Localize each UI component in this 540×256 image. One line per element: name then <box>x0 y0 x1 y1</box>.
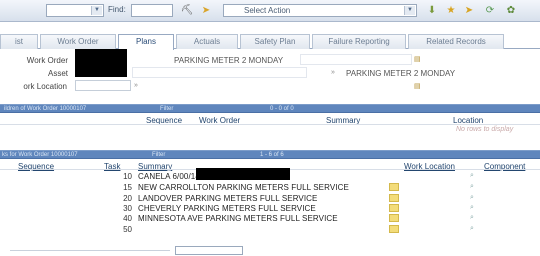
refresh-icon[interactable]: ⟳ <box>483 4 497 17</box>
work-order-description-field[interactable] <box>300 54 412 65</box>
work-location-label: ork Location <box>23 82 67 91</box>
bottom-input[interactable] <box>175 246 243 255</box>
tasks-section-bar: ks for Work Order 10000107 Filter 1 - 6 … <box>0 150 540 159</box>
work-location-field[interactable] <box>75 80 131 91</box>
tab-label: Plans <box>135 37 156 46</box>
work-location-icon[interactable] <box>389 204 399 212</box>
work-location-icon[interactable] <box>389 225 399 233</box>
tab-failure-reporting[interactable]: Failure Reporting <box>312 34 406 49</box>
tasks-section-title: ks for Work Order 10000107 <box>2 152 78 158</box>
task-number: 15 <box>123 183 132 192</box>
tab-list[interactable]: ist <box>0 34 38 49</box>
dropdown-arrow-icon: ▼ <box>404 6 415 15</box>
tab-label: Actuals <box>193 37 221 46</box>
tab-plans[interactable]: Plans <box>118 34 174 50</box>
task-summary[interactable]: MINNESOTA AVE PARKING METERS FULL SERVIC… <box>138 214 338 223</box>
tab-bar: ist Work Order Plans Actuals Safety Plan… <box>0 34 540 50</box>
long-description-icon[interactable]: ▤ <box>414 55 421 63</box>
lookup-icon[interactable]: ⌕ <box>470 225 474 233</box>
divider <box>0 124 540 125</box>
task-number: 40 <box>123 214 132 223</box>
lookup-icon[interactable]: ⌕ <box>470 172 474 180</box>
work-order-description: PARKING METER 2 MONDAY <box>174 56 284 65</box>
detail-menu-icon[interactable]: » <box>331 69 335 76</box>
lookup-icon[interactable]: ⌕ <box>470 183 474 191</box>
task-number: 10 <box>123 172 132 181</box>
tab-label: ist <box>15 37 23 46</box>
lookup-icon[interactable]: ⌕ <box>470 194 474 202</box>
select-action-label: Select Action <box>244 6 291 15</box>
divider <box>10 250 170 251</box>
filter-link[interactable]: Filter <box>152 151 165 159</box>
asset-label: Asset <box>47 69 68 78</box>
redacted-block <box>196 168 290 180</box>
lookup-icon[interactable]: ⌕ <box>470 204 474 212</box>
toolbar: ▼ Find: ⛏ ➤ Select Action ▼ ⬇ ★ ➤ ⟳ ✿ <box>0 0 540 22</box>
table-row[interactable]: 15 NEW CARROLLTON PARKING METERS FULL SE… <box>0 183 540 193</box>
redacted-block <box>75 49 127 77</box>
lookup-icon[interactable]: ⌕ <box>470 214 474 222</box>
table-row[interactable]: 40 MINNESOTA AVE PARKING METERS FULL SER… <box>0 214 540 224</box>
table-row[interactable]: 50 ⌕ <box>0 225 540 235</box>
select-action-dropdown[interactable]: Select Action ▼ <box>223 4 417 17</box>
task-summary[interactable]: NEW CARROLLTON PARKING METERS FULL SERVI… <box>138 183 349 192</box>
work-location-icon[interactable] <box>389 183 399 191</box>
task-number: 50 <box>123 225 132 234</box>
no-rows-message: No rows to display <box>456 126 514 133</box>
asset-description: PARKING METER 2 MONDAY <box>346 69 456 78</box>
task-summary[interactable]: LANDOVER PARKING METERS FULL SERVICE <box>138 194 318 203</box>
children-section-bar: ildren of Work Order 10000107 Filter 0 -… <box>0 104 540 113</box>
task-summary[interactable]: CHEVERLY PARKING METERS FULL SERVICE <box>138 204 316 213</box>
tab-actuals[interactable]: Actuals <box>176 34 238 49</box>
find-input[interactable] <box>131 4 173 17</box>
work-location-icon[interactable] <box>389 214 399 222</box>
tab-work-order[interactable]: Work Order <box>40 34 116 49</box>
table-row[interactable]: 20 LANDOVER PARKING METERS FULL SERVICE … <box>0 194 540 204</box>
tab-label: Related Records <box>426 37 486 46</box>
workflow-icon[interactable]: ✿ <box>504 4 518 17</box>
task-number: 30 <box>123 204 132 213</box>
row-count: 1 - 6 of 6 <box>260 152 284 158</box>
binoculars-icon[interactable]: ⛏ <box>180 4 194 17</box>
arrow-right-icon[interactable]: ➤ <box>199 4 213 17</box>
work-location-icon[interactable] <box>389 194 399 202</box>
tab-label: Work Order <box>57 37 99 46</box>
row-count: 0 - 0 of 0 <box>270 106 294 112</box>
children-section-title: ildren of Work Order 10000107 <box>4 106 87 112</box>
save-icon[interactable]: ⬇ <box>425 4 439 17</box>
long-description-icon[interactable]: ▤ <box>414 82 421 90</box>
tab-label: Failure Reporting <box>328 37 390 46</box>
dropdown-arrow-icon: ▼ <box>91 6 102 15</box>
tab-label: Safety Plan <box>254 37 296 46</box>
work-order-label: Work Order <box>26 56 68 65</box>
find-label: Find: <box>108 5 126 14</box>
star-icon[interactable]: ★ <box>444 4 458 17</box>
app-select[interactable]: ▼ <box>46 4 104 17</box>
asset-field[interactable] <box>132 67 307 78</box>
detail-menu-icon[interactable]: » <box>134 82 138 89</box>
table-row[interactable]: 30 CHEVERLY PARKING METERS FULL SERVICE … <box>0 204 540 214</box>
tab-related-records[interactable]: Related Records <box>408 34 504 49</box>
tab-safety-plan[interactable]: Safety Plan <box>240 34 310 49</box>
filter-link[interactable]: Filter <box>160 105 173 113</box>
task-number: 20 <box>123 194 132 203</box>
next-record-icon[interactable]: ➤ <box>462 4 476 17</box>
